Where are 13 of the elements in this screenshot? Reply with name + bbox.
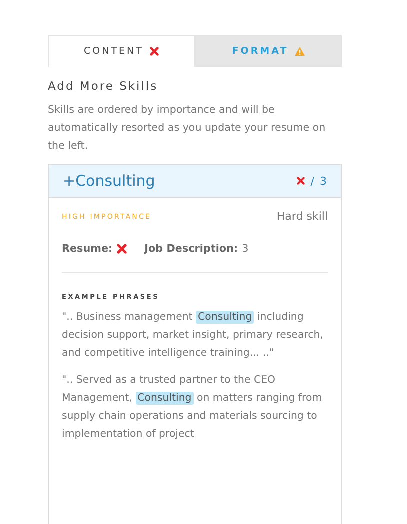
description-text: Skills are ordered by importance and will be automatically resorted as you update your resume on the left. [48, 103, 327, 154]
example-phrase: ".. Business management Consulting including decision support, market insight, primary research, and competitive intelligence training... .." [62, 310, 324, 361]
example-phrase: ".. Served as a trusted partner to the CEO Management, Consulting on matters ranging from supply chain operations and materials sourcing to implementation of project [62, 374, 324, 442]
tab[interactable]: CONTENT [48, 35, 195, 67]
job-description-label: Job Description: [144, 243, 238, 255]
skill-title[interactable]: +Consulting [63, 172, 156, 190]
section-heading: Add More Skills [48, 79, 160, 93]
tab[interactable]: FORMAT [195, 35, 342, 67]
skill-count: / 3 [310, 174, 328, 188]
job-description-count: 3 [242, 243, 249, 255]
warning-icon [294, 46, 305, 56]
skill-type: Hard skill [276, 210, 328, 223]
resume-label: Resume: [62, 243, 113, 255]
